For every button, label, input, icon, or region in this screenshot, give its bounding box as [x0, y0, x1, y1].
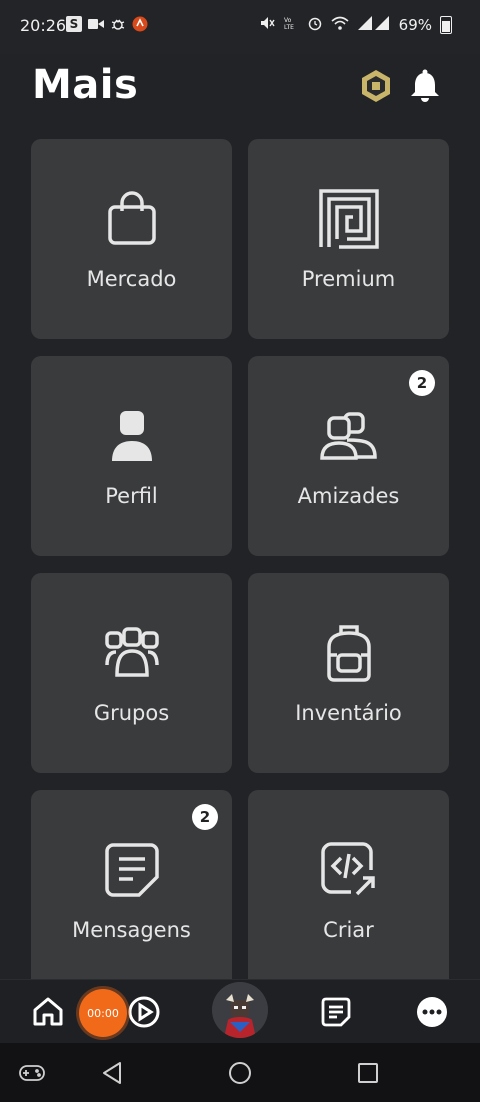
video-camera-icon: [88, 16, 104, 32]
messages-icon: [102, 840, 162, 900]
tile-label: Mensagens: [72, 918, 191, 942]
volte-icon: Vo LTE: [283, 15, 299, 35]
home-circle-icon[interactable]: [226, 1059, 254, 1087]
home-icon[interactable]: [28, 992, 68, 1032]
back-icon[interactable]: [98, 1059, 126, 1087]
feed-icon[interactable]: [316, 992, 356, 1032]
tile-label: Inventário: [295, 701, 402, 725]
svg-text:Vo: Vo: [284, 17, 292, 24]
gamepad-icon[interactable]: [18, 1059, 46, 1087]
more-icon[interactable]: [412, 992, 452, 1032]
battery-percent: 69%: [398, 16, 432, 34]
shopping-bag-icon: [102, 189, 162, 249]
tile-perfil[interactable]: Perfil: [31, 356, 232, 556]
tile-grupos[interactable]: Grupos: [31, 573, 232, 773]
app-notification-icon: [132, 16, 148, 32]
signal-icon: [357, 15, 391, 35]
tile-premium[interactable]: Premium: [248, 139, 449, 339]
tile-label: Perfil: [105, 484, 158, 508]
notifications-bell-icon[interactable]: [408, 68, 442, 104]
tile-label: Criar: [323, 918, 374, 942]
bug-icon: [110, 16, 126, 32]
robux-icon[interactable]: [358, 68, 394, 104]
messages-badge: 2: [192, 804, 218, 830]
status-bar: 20:26 S Vo LTE 69%: [0, 0, 480, 54]
tile-label: Amizades: [297, 484, 400, 508]
tile-mercado[interactable]: Mercado: [31, 139, 232, 339]
tile-label: Mercado: [86, 267, 177, 291]
friends-icon: [319, 406, 379, 466]
play-icon[interactable]: [124, 992, 164, 1032]
recorder-time: 00:00: [87, 1006, 119, 1020]
groups-icon: [102, 623, 162, 683]
tile-amizades[interactable]: 2 Amizades: [248, 356, 449, 556]
avatar[interactable]: [212, 982, 268, 1038]
tile-mensagens[interactable]: 2 Mensagens: [31, 790, 232, 990]
mute-icon: [259, 15, 275, 35]
friends-badge: 2: [409, 370, 435, 396]
tile-criar[interactable]: Criar: [248, 790, 449, 990]
wifi-icon: [331, 15, 349, 35]
battery-icon: [440, 16, 452, 34]
status-time: 20:26: [20, 16, 67, 35]
recents-icon[interactable]: [354, 1059, 382, 1087]
svg-text:LTE: LTE: [284, 24, 294, 31]
s-app-icon: S: [66, 16, 82, 32]
premium-icon: [318, 189, 379, 249]
screen-recorder-button[interactable]: 00:00: [79, 989, 127, 1037]
tile-label: Premium: [301, 267, 396, 291]
page-title: Mais: [32, 62, 139, 108]
tile-inventario[interactable]: Inventário: [248, 573, 449, 773]
tile-label: Grupos: [93, 701, 170, 725]
create-code-icon: [319, 840, 379, 900]
backpack-icon: [319, 623, 379, 683]
alarm-icon: [307, 15, 323, 35]
system-navigation-bar: [0, 1043, 480, 1102]
profile-icon: [102, 406, 162, 466]
